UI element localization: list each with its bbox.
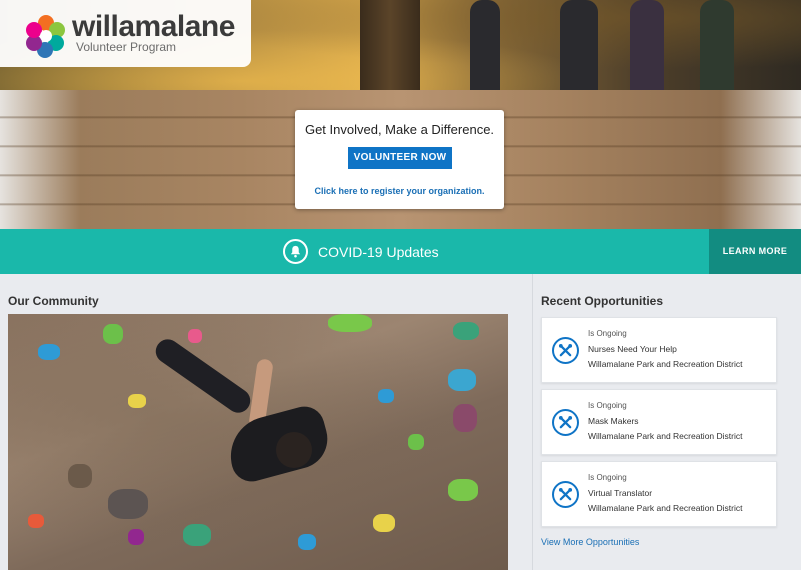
tools-icon bbox=[552, 337, 579, 364]
volunteer-figure bbox=[700, 0, 734, 90]
climbing-hold bbox=[128, 529, 144, 545]
opportunity-card[interactable]: Is Ongoing Mask Makers Willamalane Park … bbox=[541, 389, 777, 455]
cta-title: Get Involved, Make a Difference. bbox=[304, 122, 495, 137]
climbing-hold bbox=[373, 514, 395, 532]
tree-trunk bbox=[360, 0, 420, 90]
climbing-hold bbox=[28, 514, 44, 528]
opportunity-org: Willamalane Park and Recreation District bbox=[588, 431, 743, 441]
opportunity-org: Willamalane Park and Recreation District bbox=[588, 503, 743, 513]
climber-head bbox=[276, 432, 312, 468]
climbing-hold bbox=[188, 329, 202, 343]
opportunity-card[interactable]: Is Ongoing Virtual Translator Willamalan… bbox=[541, 461, 777, 527]
our-community-heading: Our Community bbox=[8, 294, 99, 308]
bell-icon bbox=[283, 239, 308, 264]
climbing-hold bbox=[453, 404, 477, 432]
opportunity-status: Is Ongoing bbox=[588, 473, 627, 482]
volunteer-figure bbox=[560, 0, 598, 90]
brand-subtitle: Volunteer Program bbox=[76, 40, 177, 54]
climbing-hold bbox=[378, 389, 394, 403]
climbing-hold bbox=[298, 534, 316, 550]
cta-card: Get Involved, Make a Difference. VOLUNTE… bbox=[295, 110, 504, 209]
climbing-hold bbox=[68, 464, 92, 488]
covid-content[interactable]: COVID-19 Updates bbox=[283, 239, 439, 264]
climbing-hold bbox=[108, 489, 148, 519]
brand-name: willamalane bbox=[72, 10, 235, 43]
climbing-hold bbox=[453, 322, 479, 340]
covid-banner: COVID-19 Updates LEARN MORE bbox=[0, 229, 801, 274]
climbing-hold bbox=[448, 479, 478, 501]
climbing-hold bbox=[183, 524, 211, 546]
column-divider bbox=[532, 274, 533, 570]
climbing-hold bbox=[328, 314, 372, 332]
volunteer-figure bbox=[630, 0, 664, 90]
volunteer-now-button[interactable]: VOLUNTEER NOW bbox=[348, 147, 452, 169]
climbing-hold bbox=[448, 369, 476, 391]
register-organization-link[interactable]: Click here to register your organization… bbox=[295, 186, 504, 196]
flower-logo-icon bbox=[26, 15, 65, 58]
logo[interactable]: willamalane Volunteer Program bbox=[0, 0, 251, 67]
tools-icon bbox=[552, 409, 579, 436]
climbing-hold bbox=[128, 394, 146, 408]
recent-opportunities-heading: Recent Opportunities bbox=[541, 294, 664, 308]
learn-more-button[interactable]: LEARN MORE bbox=[709, 229, 801, 274]
view-more-opportunities-link[interactable]: View More Opportunities bbox=[541, 537, 639, 547]
volunteer-figure bbox=[470, 0, 500, 90]
opportunity-name: Nurses Need Your Help bbox=[588, 344, 677, 354]
opportunity-name: Virtual Translator bbox=[588, 488, 653, 498]
opportunity-card[interactable]: Is Ongoing Nurses Need Your Help Willama… bbox=[541, 317, 777, 383]
climbing-hold bbox=[408, 434, 424, 450]
covid-updates-label: COVID-19 Updates bbox=[318, 243, 439, 260]
tools-icon bbox=[552, 481, 579, 508]
opportunity-status: Is Ongoing bbox=[588, 329, 627, 338]
opportunity-name: Mask Makers bbox=[588, 416, 639, 426]
opportunity-org: Willamalane Park and Recreation District bbox=[588, 359, 743, 369]
climbing-hold bbox=[103, 324, 123, 344]
climbing-wall-photo bbox=[8, 314, 508, 570]
climber-leg bbox=[151, 334, 255, 418]
opportunity-status: Is Ongoing bbox=[588, 401, 627, 410]
climbing-hold bbox=[38, 344, 60, 360]
